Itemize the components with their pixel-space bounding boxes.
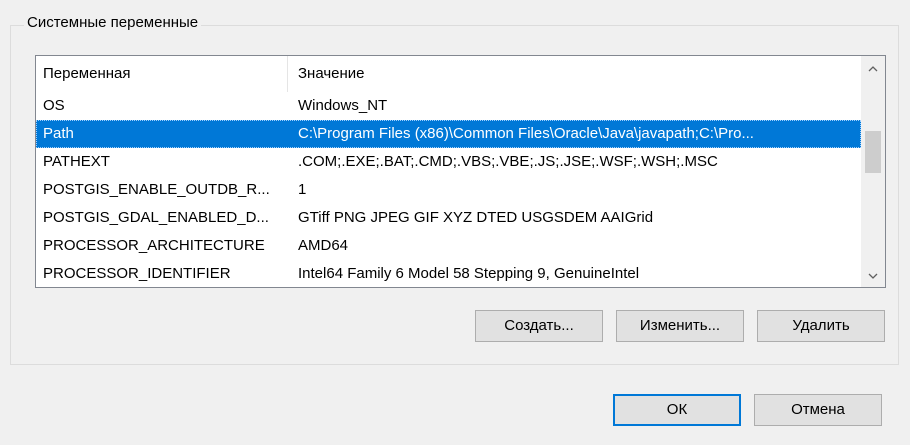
variable-name: POSTGIS_ENABLE_OUTDB_R... bbox=[43, 181, 270, 198]
table-row[interactable]: POSTGIS_ENABLE_OUTDB_R... 1 bbox=[36, 176, 861, 204]
variable-value: Windows_NT bbox=[298, 97, 388, 114]
variable-value: GTiff PNG JPEG GIF XYZ DTED USGSDEM AAIG… bbox=[298, 209, 654, 226]
delete-button[interactable]: Удалить bbox=[757, 310, 885, 342]
column-header-value[interactable]: Значение bbox=[288, 56, 861, 92]
system-variables-list[interactable]: Переменная Значение OS Windows_NT Path C… bbox=[35, 55, 886, 288]
vertical-scrollbar[interactable] bbox=[861, 56, 885, 287]
table-row[interactable]: PROCESSOR_ARCHITECTURE AMD64 bbox=[36, 232, 861, 260]
variable-value: Intel64 Family 6 Model 58 Stepping 9, Ge… bbox=[298, 265, 640, 282]
cancel-button[interactable]: Отмена bbox=[754, 394, 882, 426]
column-header-variable[interactable]: Переменная bbox=[36, 56, 288, 92]
table-row[interactable]: PATHEXT .COM;.EXE;.BAT;.CMD;.VBS;.VBE;.J… bbox=[36, 148, 861, 176]
variable-value: AMD64 bbox=[298, 237, 349, 254]
variable-value: .COM;.EXE;.BAT;.CMD;.VBS;.VBE;.JS;.JSE;.… bbox=[298, 153, 718, 170]
list-rows: OS Windows_NT Path C:\Program Files (x86… bbox=[36, 92, 861, 287]
table-row[interactable]: POSTGIS_GDAL_ENABLED_D... GTiff PNG JPEG… bbox=[36, 204, 861, 232]
list-header: Переменная Значение bbox=[36, 56, 861, 92]
create-button[interactable]: Создать... bbox=[475, 310, 603, 342]
group-title: Системные переменные bbox=[24, 14, 202, 32]
table-row[interactable]: PROCESSOR_IDENTIFIER Intel64 Family 6 Mo… bbox=[36, 260, 861, 287]
variable-name: PATHEXT bbox=[43, 153, 110, 170]
table-row-selected[interactable]: Path C:\Program Files (x86)\Common Files… bbox=[36, 120, 861, 148]
variable-name: PROCESSOR_IDENTIFIER bbox=[43, 265, 231, 282]
variable-name: Path bbox=[43, 125, 74, 142]
ok-button[interactable]: ОК bbox=[613, 394, 741, 426]
edit-button[interactable]: Изменить... bbox=[616, 310, 744, 342]
table-row[interactable]: OS Windows_NT bbox=[36, 92, 861, 120]
chevron-down-icon[interactable] bbox=[861, 263, 885, 287]
variable-value: C:\Program Files (x86)\Common Files\Orac… bbox=[298, 125, 754, 142]
scrollbar-thumb[interactable] bbox=[865, 131, 881, 173]
variable-name: PROCESSOR_ARCHITECTURE bbox=[43, 237, 265, 254]
variable-value: 1 bbox=[298, 181, 307, 198]
variable-name: POSTGIS_GDAL_ENABLED_D... bbox=[43, 209, 269, 226]
chevron-up-icon[interactable] bbox=[861, 56, 885, 80]
variable-name: OS bbox=[43, 97, 65, 114]
